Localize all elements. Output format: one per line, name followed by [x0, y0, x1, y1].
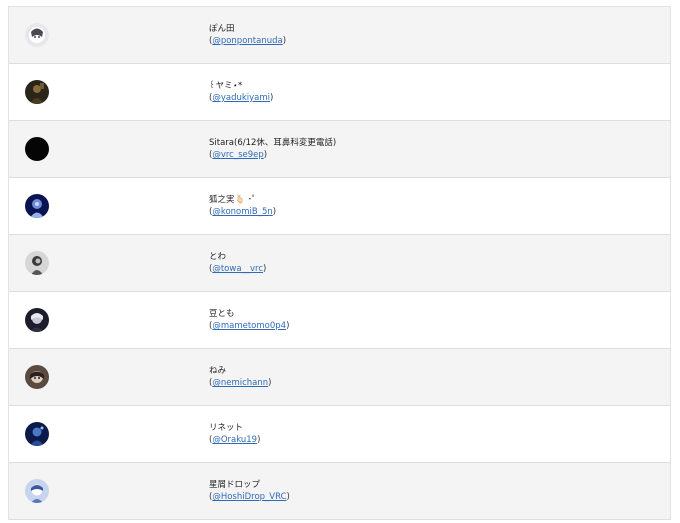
list-item[interactable]: Sitara(6/12休、耳鼻科変更電話) (@vrc_se9ep) — [9, 121, 670, 178]
handle-line: (@yadukiyami) — [209, 93, 274, 103]
handle-line: (@towa__vrc) — [209, 264, 267, 274]
display-name: とわ — [209, 252, 227, 262]
handle-link[interactable]: @ponpontanuda — [212, 36, 282, 46]
avatar-navy-figure-icon[interactable] — [25, 422, 49, 446]
avatar-light-blue-icon[interactable] — [25, 479, 49, 503]
user-text: ぽん田 (@ponpontanuda) — [209, 23, 286, 47]
list-item[interactable]: 星屑ドロップ (@HoshiDrop_VRC) — [9, 463, 670, 520]
handle-link[interactable]: @konomiB_5n — [212, 207, 272, 217]
handle-link[interactable]: @towa__vrc — [212, 264, 263, 274]
user-text: 星屑ドロップ (@HoshiDrop_VRC) — [209, 479, 290, 503]
handle-line: (@ponpontanuda) — [209, 36, 287, 46]
user-text: 狐之実🫰🏻 ･ﾟ (@konomiB_5n) — [209, 194, 276, 218]
display-name: Sitara(6/12休、耳鼻科変更電話) — [209, 138, 337, 148]
user-text: 豆とも (@mametomo0p4) — [209, 308, 289, 332]
list-item[interactable]: ねみ (@nemichann) — [9, 349, 670, 406]
display-name: 星屑ドロップ — [209, 480, 261, 490]
display-name: ꒰ヤミ⋆* — [209, 81, 243, 91]
list-item[interactable]: ぽん田 (@ponpontanuda) — [9, 7, 670, 64]
handle-line: (@vrc_se9ep) — [209, 150, 268, 160]
handle-line: (@Oraku19) — [209, 435, 261, 445]
list-item[interactable]: 豆とも (@mametomo0p4) — [9, 292, 670, 349]
avatar-brown-portrait-icon[interactable] — [25, 365, 49, 389]
handle-line: (@mametomo0p4) — [209, 321, 290, 331]
avatar-dark-figure-icon[interactable] — [25, 80, 49, 104]
handle-line: (@nemichann) — [209, 378, 272, 388]
list-item[interactable]: 狐之実🫰🏻 ･ﾟ (@konomiB_5n) — [9, 178, 670, 235]
display-name: リネット — [209, 423, 244, 433]
user-text: リネット (@Oraku19) — [209, 422, 260, 446]
user-text: とわ (@towa__vrc) — [209, 251, 266, 275]
page: ぽん田 (@ponpontanuda) ꒰ヤミ⋆* (@yadukiyami) … — [0, 0, 680, 523]
list-item[interactable]: リネット (@Oraku19) — [9, 406, 670, 463]
avatar-dark-portrait-icon[interactable] — [25, 308, 49, 332]
display-name: 狐之実🫰🏻 ･ﾟ — [209, 195, 257, 205]
handle-line: (@HoshiDrop_VRC) — [209, 492, 290, 502]
handle-link[interactable]: @yadukiyami — [212, 93, 270, 103]
display-name: ねみ — [209, 366, 227, 376]
user-text: ꒰ヤミ⋆* (@yadukiyami) — [209, 80, 273, 104]
user-text: ねみ (@nemichann) — [209, 365, 271, 389]
avatar-black-icon[interactable] — [25, 137, 49, 161]
handle-line: (@konomiB_5n) — [209, 207, 277, 217]
handle-link[interactable]: @Oraku19 — [212, 435, 257, 445]
list-item[interactable]: ꒰ヤミ⋆* (@yadukiyami) — [9, 64, 670, 121]
display-name: ぽん田 — [209, 24, 235, 34]
handle-link[interactable]: @mametomo0p4 — [212, 321, 286, 331]
avatar-blue-figure-icon[interactable] — [25, 194, 49, 218]
user-text: Sitara(6/12休、耳鼻科変更電話) (@vrc_se9ep) — [209, 137, 336, 161]
handle-link[interactable]: @nemichann — [212, 378, 268, 388]
user-list: ぽん田 (@ponpontanuda) ꒰ヤミ⋆* (@yadukiyami) … — [8, 6, 671, 520]
avatar-cartoon-icon[interactable] — [25, 23, 49, 47]
handle-link[interactable]: @HoshiDrop_VRC — [212, 492, 286, 502]
avatar-gray-figure-icon[interactable] — [25, 251, 49, 275]
handle-link[interactable]: @vrc_se9ep — [212, 150, 263, 160]
display-name: 豆とも — [209, 309, 235, 319]
list-item[interactable]: とわ (@towa__vrc) — [9, 235, 670, 292]
